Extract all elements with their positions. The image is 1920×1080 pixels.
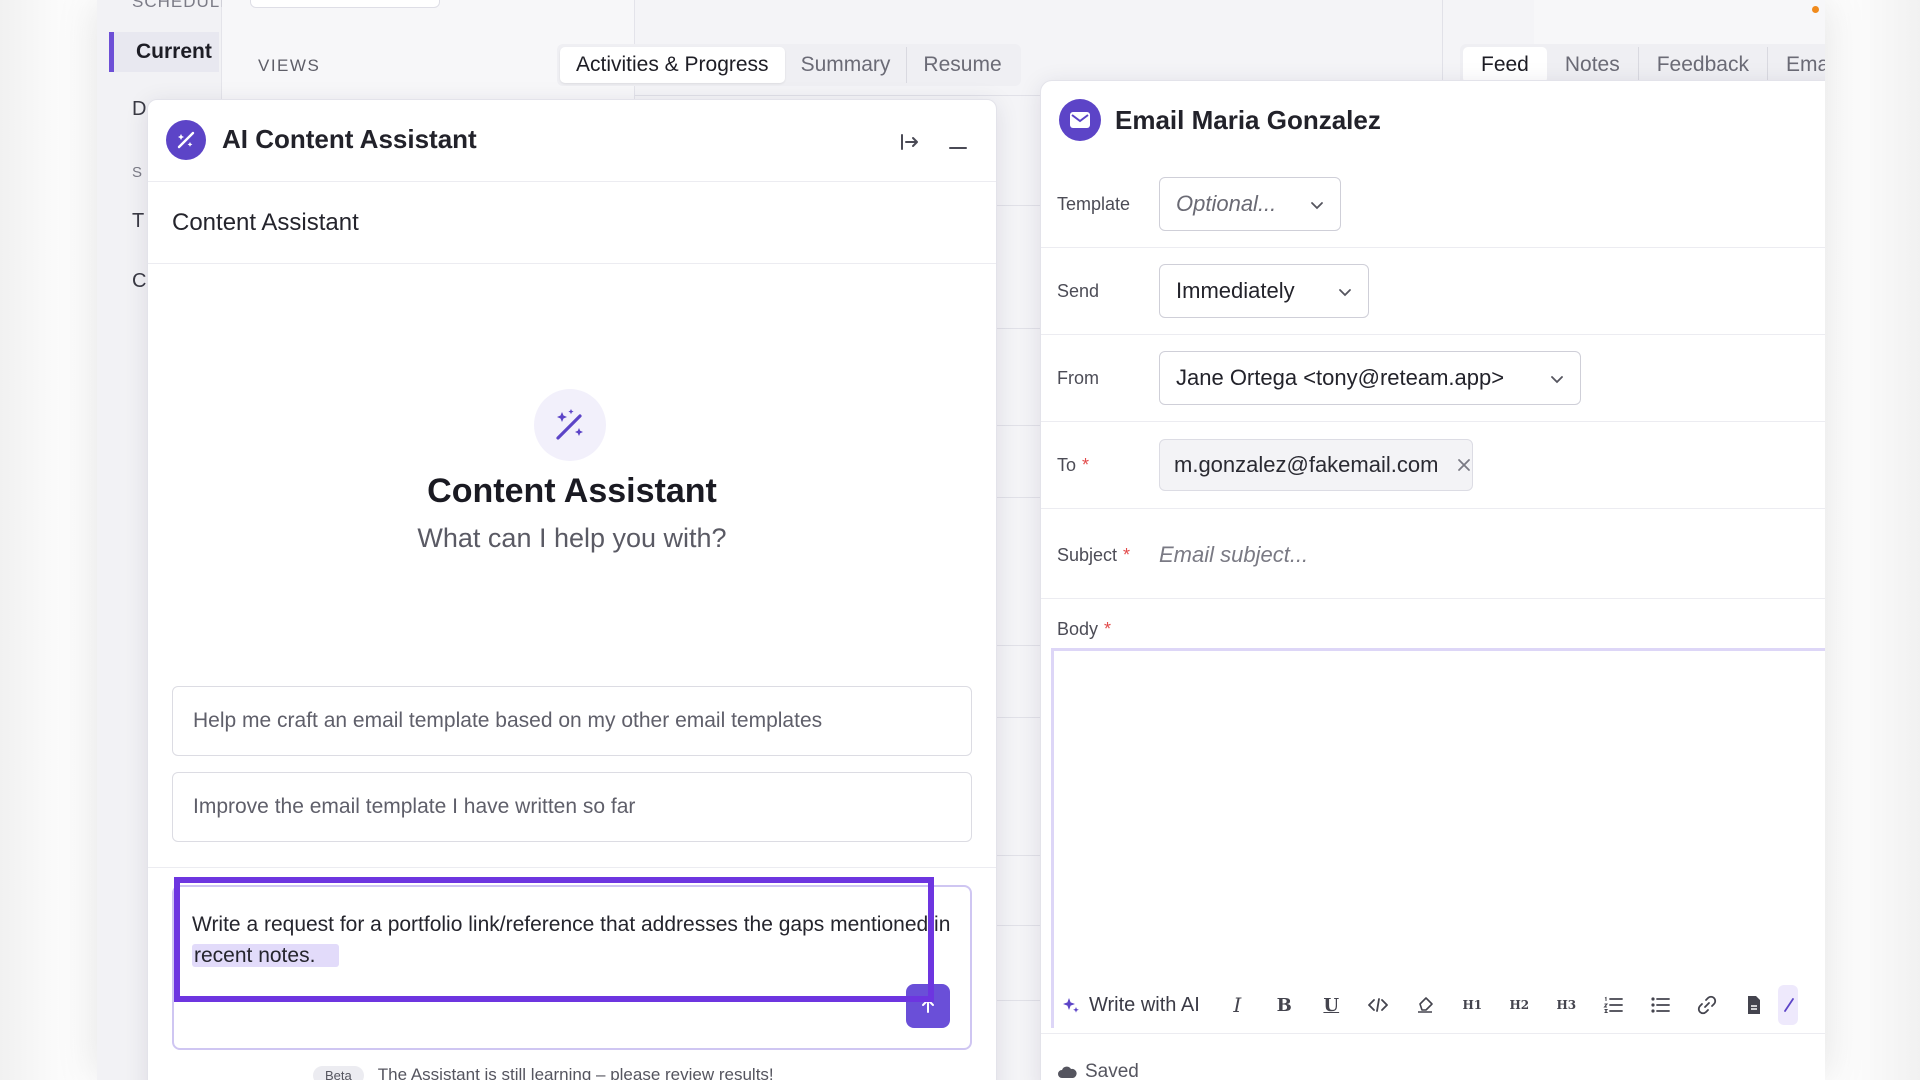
sparkle-icon xyxy=(1063,998,1079,1013)
required-mark: * xyxy=(1123,545,1131,565)
subject-row: Subject * Email subject... xyxy=(1041,509,1825,599)
send-timing-select[interactable]: Immediately xyxy=(1159,264,1369,318)
email-title: Email Maria Gonzalez xyxy=(1115,105,1381,135)
tab-email[interactable]: Ema xyxy=(1768,47,1825,83)
beta-disclaimer: Beta The Assistant is still learning – pl… xyxy=(313,1065,774,1080)
recipient-email: m.gonzalez@fakemail.com xyxy=(1174,452,1439,477)
subject-label: Subject * xyxy=(1057,545,1130,566)
tab-activities-progress[interactable]: Activities & Progress xyxy=(560,47,785,83)
expand-panel-icon[interactable] xyxy=(896,128,924,156)
italic-button[interactable]: I xyxy=(1214,985,1261,1025)
center-tab-group: Activities & Progress Summary Resume xyxy=(557,44,1021,86)
views-heading: VIEWS xyxy=(258,56,321,75)
subject-input[interactable]: Email subject... xyxy=(1159,542,1308,568)
bullet-list-icon[interactable] xyxy=(1637,985,1684,1025)
from-row: From Jane Ortega <tony@reteam.app> xyxy=(1041,335,1825,422)
ai-panel-header: AI Content Assistant xyxy=(148,100,996,182)
divider xyxy=(1041,1033,1825,1034)
sidebar-section-fragment: S xyxy=(132,164,143,181)
send-timing-value: Immediately xyxy=(1176,278,1295,303)
editor-toolbar: Write with AI I B U H1 H2 H3 xyxy=(1061,985,1798,1025)
remove-recipient-icon[interactable] xyxy=(1456,457,1472,473)
body-label-text: Body xyxy=(1057,619,1099,639)
tab-resume[interactable]: Resume xyxy=(907,47,1017,83)
write-with-ai-label: Write with AI xyxy=(1089,993,1200,1016)
assistant-hero-subtitle: What can I help you with? xyxy=(417,523,727,553)
beta-badge: Beta xyxy=(313,1066,364,1080)
divider xyxy=(148,867,996,868)
suggestion-card[interactable]: Improve the email template I have writte… xyxy=(172,772,972,842)
underline-button[interactable]: U xyxy=(1308,985,1355,1025)
send-label: Send xyxy=(1057,281,1100,301)
template-label: Template xyxy=(1057,194,1131,214)
beta-text: The Assistant is still learning – please… xyxy=(377,1065,774,1080)
chevron-down-icon xyxy=(1339,289,1351,297)
suggestion-card[interactable]: Help me craft an email template based on… xyxy=(172,686,972,756)
heading-3-button[interactable]: H3 xyxy=(1543,985,1590,1025)
body-editor[interactable] xyxy=(1051,648,1825,1028)
sidebar-item-current[interactable]: Current xyxy=(109,32,219,72)
template-select[interactable]: Optional... xyxy=(1159,177,1341,231)
clear-format-icon[interactable] xyxy=(1402,985,1449,1025)
heading-2-button[interactable]: H2 xyxy=(1496,985,1543,1025)
chevron-down-icon xyxy=(1311,202,1323,210)
write-with-ai-button[interactable]: Write with AI xyxy=(1061,985,1214,1025)
tab-notes[interactable]: Notes xyxy=(1547,47,1639,83)
from-select[interactable]: Jane Ortega <tony@reteam.app> xyxy=(1159,351,1581,405)
insert-file-icon[interactable] xyxy=(1731,985,1778,1025)
from-select-value: Jane Ortega <tony@reteam.app> xyxy=(1176,365,1505,390)
tab-summary[interactable]: Summary xyxy=(785,47,908,83)
notification-dot xyxy=(1812,6,1819,13)
sidebar-item-fragment[interactable]: T xyxy=(132,210,144,233)
heading-1-button[interactable]: H1 xyxy=(1449,985,1496,1025)
body-label: Body * xyxy=(1057,619,1111,640)
sidebar-section-heading: SCHEDULI xyxy=(132,0,226,11)
to-row: To * m.gonzalez@fakemail.com xyxy=(1041,422,1825,509)
required-mark: * xyxy=(1082,455,1090,475)
send-row: Send Immediately xyxy=(1041,248,1825,335)
magic-wand-badge-icon xyxy=(166,120,206,160)
sidebar-item-fragment[interactable]: D xyxy=(132,98,146,121)
link-icon[interactable] xyxy=(1684,985,1731,1025)
to-label-text: To xyxy=(1057,455,1077,475)
subject-label-text: Subject xyxy=(1057,545,1118,565)
magic-wand-icon xyxy=(534,389,606,461)
tab-feed[interactable]: Feed xyxy=(1463,47,1547,83)
to-label: To * xyxy=(1057,455,1089,476)
required-mark: * xyxy=(1104,619,1112,639)
template-select-value: Optional... xyxy=(1176,191,1277,216)
email-header: Email Maria Gonzalez xyxy=(1041,81,1825,161)
chevron-down-icon xyxy=(1551,376,1563,384)
annotation-highlight-box xyxy=(174,877,934,1002)
ai-tool-icon[interactable] xyxy=(1777,985,1798,1025)
minimize-icon[interactable] xyxy=(944,128,972,156)
assistant-hero-title: Content Assistant xyxy=(427,472,717,510)
template-row: Template Optional... xyxy=(1041,161,1825,248)
background-top-input xyxy=(250,0,440,8)
save-status: Saved xyxy=(1057,1061,1139,1080)
bold-button[interactable]: B xyxy=(1261,985,1308,1025)
from-label: From xyxy=(1057,368,1099,388)
ordered-list-icon[interactable] xyxy=(1590,985,1637,1025)
cloud-icon xyxy=(1058,1066,1077,1078)
envelope-icon xyxy=(1059,99,1101,141)
code-icon[interactable] xyxy=(1355,985,1402,1025)
ai-panel-subheader: Content Assistant xyxy=(148,182,996,264)
email-compose-panel: Email Maria Gonzalez Template Optional..… xyxy=(1040,80,1825,1080)
save-status-text: Saved xyxy=(1085,1061,1139,1080)
tab-feedback[interactable]: Feedback xyxy=(1639,47,1768,83)
app-window: SCHEDULI Current D S T C VIEWS Activitie… xyxy=(97,0,1825,1080)
ai-panel-title: AI Content Assistant xyxy=(222,124,477,154)
sidebar-item-fragment[interactable]: C xyxy=(132,270,146,293)
recipient-chip[interactable]: m.gonzalez@fakemail.com xyxy=(1159,439,1474,491)
